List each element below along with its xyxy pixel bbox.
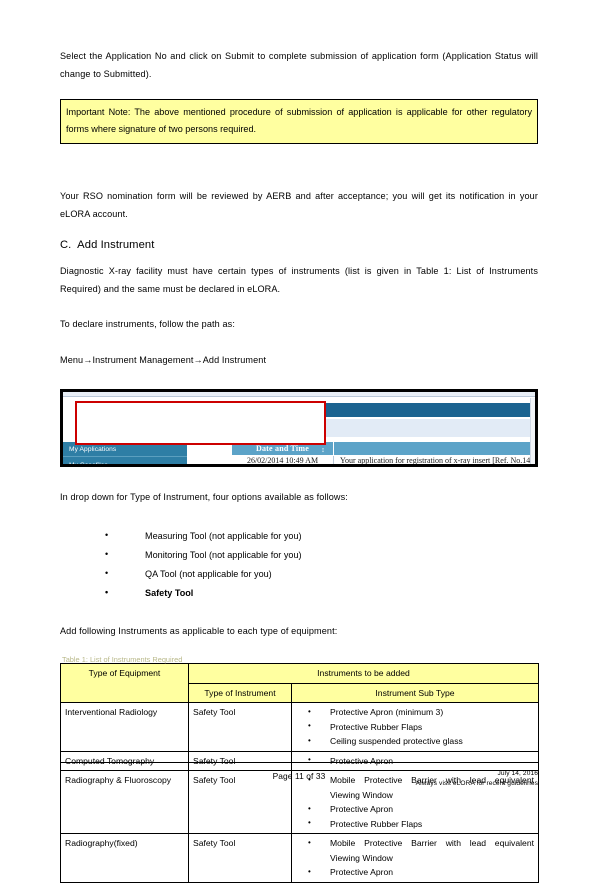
sub-type-list: • Mobile Protective Barrier with lead eq… — [296, 836, 534, 880]
screenshot-inner: My Applications My Casefiles Date and Ti… — [63, 392, 535, 464]
list-item: • Protective Rubber Flaps — [296, 817, 534, 832]
list-item: • QA Tool (not applicable for you) — [60, 565, 538, 584]
bullet-icon: • — [308, 721, 311, 730]
list-item: • Ceiling suspended protective glass — [296, 734, 534, 749]
bullet-icon: • — [308, 837, 311, 847]
bullet-icon: • — [308, 803, 311, 813]
list-item: • Measuring Tool (not applicable for you… — [60, 527, 538, 546]
list-item-label: Ceiling suspended protective glass — [330, 736, 463, 746]
bullet-icon: • — [308, 706, 311, 716]
table-header-row-1: Type of Equipment Instruments to be adde… — [60, 663, 539, 703]
cell-instrument-sub-types: • Mobile Protective Barrier with lead eq… — [291, 833, 539, 883]
list-item: • Mobile Protective Barrier with lead eq… — [296, 836, 534, 865]
list-item-label: Protective Rubber Flaps — [330, 818, 423, 829]
add-instruments-intro: Add following Instruments as applicable … — [60, 625, 338, 636]
list-item-label: Protective Apron (minimum 3) — [330, 707, 444, 717]
sort-arrows-icon[interactable]: ↕ — [321, 445, 325, 455]
list-item: • Safety Tool — [60, 584, 538, 603]
cell-equipment: Radiography(fixed) — [60, 833, 189, 883]
dropdown-intro-text: In drop down for Type of Instrument, fou… — [60, 492, 348, 502]
footer-divider — [60, 762, 538, 763]
list-item: • Protective Rubber Flaps — [296, 720, 534, 735]
bullet-icon: • — [308, 735, 311, 745]
list-item-label: Protective Apron — [330, 867, 394, 877]
list-item: • Monitoring Tool (not applicable for yo… — [60, 546, 538, 565]
page-content: Select the Application No and click on S… — [60, 48, 539, 883]
screenshot-side-nav: My Applications My Casefiles — [63, 442, 187, 464]
document-page: Select the Application No and click on S… — [0, 0, 595, 883]
screenshot-nav-divider — [63, 456, 187, 457]
path-intro-text: To declare instruments, follow the path … — [60, 319, 235, 329]
list-item-label: Measuring Tool (not applicable for you) — [145, 530, 302, 541]
bullet-icon: • — [308, 818, 311, 827]
bullet-icon: • — [105, 568, 109, 578]
bullet-icon: • — [308, 866, 311, 876]
cell-equipment: Interventional Radiology — [60, 702, 189, 752]
footer-tagline: Always visit eLORA for recent guidelines — [415, 780, 538, 787]
screenshot-column-header-date-and-time[interactable]: Date and Time ↕ — [232, 444, 333, 455]
cell-instrument-type: Safety Tool — [188, 702, 292, 752]
list-item-label: Monitoring Tool (not applicable for you) — [145, 549, 302, 560]
bullet-icon: • — [105, 530, 109, 540]
section-heading-add-instrument: C. Add Instrument — [60, 239, 155, 251]
footer-date: July 14, 2016 — [497, 770, 538, 777]
table-row: Interventional Radiology Safety Tool • P… — [60, 702, 539, 752]
list-item: • Protective Apron — [296, 865, 534, 880]
footer-content: Page 11 of 33 July 14, 2016 Always visit… — [60, 768, 538, 798]
list-item: • Protective Apron (minimum 3) — [296, 705, 534, 720]
important-note-box: Important Note: The above mentioned proc… — [60, 99, 538, 144]
header-type-of-equipment: Type of Equipment — [60, 663, 189, 703]
header-type-of-instrument: Type of Instrument — [188, 682, 292, 703]
cell-instrument-type: Safety Tool — [188, 833, 292, 883]
screenshot-column-header-message — [333, 442, 535, 455]
sub-type-list: • Protective Apron (minimum 3) • Protect… — [296, 705, 534, 749]
list-item: • Protective Apron — [296, 802, 534, 817]
header-instruments-to-be-added: Instruments to be added — [188, 663, 539, 684]
embedded-application-screenshot: My Applications My Casefiles Date and Ti… — [60, 389, 538, 467]
list-item-label: Safety Tool — [145, 587, 194, 598]
screenshot-scrollbar[interactable] — [530, 398, 535, 464]
table-row: Radiography(fixed) Safety Tool • Mobile … — [60, 833, 539, 883]
cell-instrument-sub-types: • Protective Apron (minimum 3) • Protect… — [291, 702, 539, 752]
rso-paragraph: Your RSO nomination form will be reviewe… — [60, 191, 538, 219]
dropdown-options-list: • Measuring Tool (not applicable for you… — [60, 527, 538, 603]
list-item-label: QA Tool (not applicable for you) — [145, 568, 272, 579]
header-instrument-sub-type: Instrument Sub Type — [291, 682, 539, 703]
screenshot-cell-message: Your application for registration of x-r… — [333, 456, 535, 464]
screenshot-table-row: 26/02/2014 10:49 AM Your application for… — [232, 456, 535, 464]
section-paragraph: Diagnostic X-ray facility must have cert… — [60, 266, 538, 294]
bullet-icon: • — [105, 549, 109, 559]
intro-paragraph: Select the Application No and click on S… — [60, 51, 538, 79]
footer-meta: July 14, 2016 Always visit eLORA for rec… — [416, 769, 538, 789]
list-item-label: Protective Apron — [330, 804, 394, 814]
screenshot-date-header-label: Date and Time — [256, 444, 309, 453]
screenshot-cell-date: 26/02/2014 10:49 AM — [246, 456, 319, 464]
screenshot-nav-my-casefiles[interactable]: My Casefiles — [63, 458, 187, 464]
page-footer: Page 11 of 33 July 14, 2016 Always visit… — [60, 762, 538, 798]
screenshot-top-bar — [63, 392, 535, 397]
list-item-label: Protective Rubber Flaps — [330, 721, 423, 732]
screenshot-highlight-box — [75, 401, 326, 445]
menu-path-text: Menu→Instrument Management→Add Instrumen… — [60, 354, 267, 365]
table-head: Type of Equipment Instruments to be adde… — [60, 663, 539, 703]
bullet-icon: • — [105, 587, 109, 597]
